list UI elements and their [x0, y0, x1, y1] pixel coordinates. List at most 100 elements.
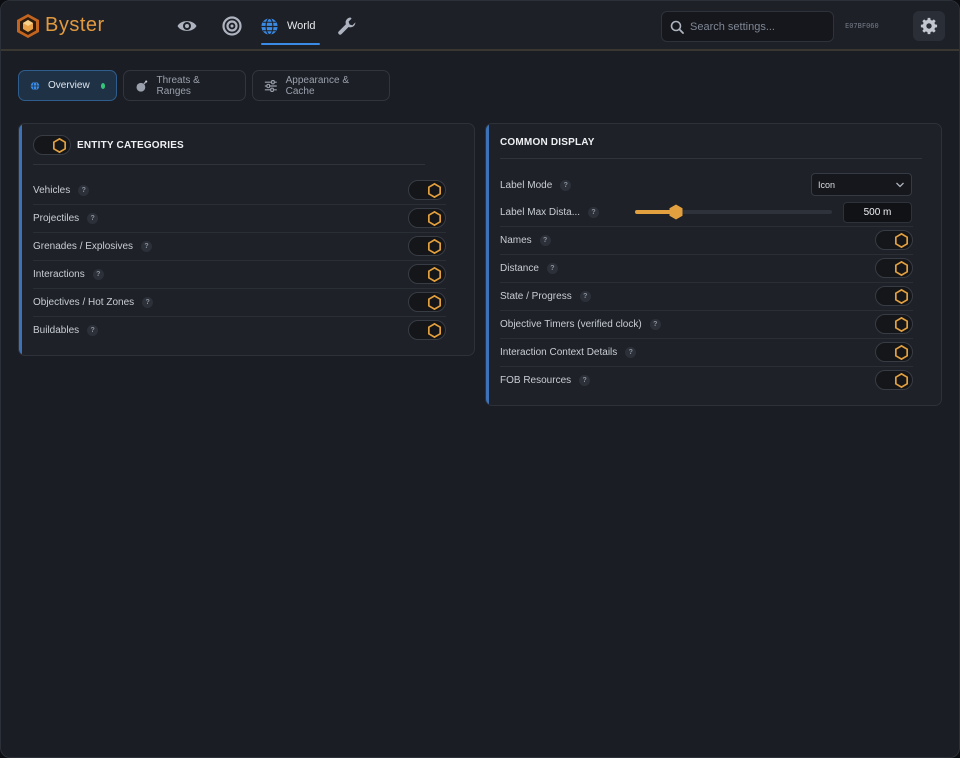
tab-overview[interactable]: Overview: [18, 70, 117, 101]
help-icon[interactable]: ?: [579, 290, 591, 302]
help-icon[interactable]: ?: [588, 206, 600, 218]
logo-icon: [17, 14, 39, 38]
toggle-objective-timers[interactable]: [875, 314, 913, 334]
help-icon[interactable]: ?: [92, 268, 104, 280]
list-item: Objectives / Hot Zones ?: [33, 288, 154, 316]
list-item: Buildables ?: [33, 316, 99, 344]
globe-icon: [261, 17, 278, 35]
row-label: Names: [500, 234, 532, 246]
search-input[interactable]: [690, 20, 830, 33]
gear-icon: [920, 17, 938, 35]
search-box[interactable]: [661, 11, 834, 42]
hexagon-knob-icon: [52, 137, 67, 154]
toggle-interaction-context[interactable]: [875, 342, 913, 362]
entity-panel-title: ENTITY CATEGORIES: [77, 140, 184, 151]
hexagon-knob-icon: [427, 182, 442, 199]
row-divider: [500, 254, 913, 255]
label-mode-row: Label Mode ?: [500, 171, 572, 199]
help-icon[interactable]: ?: [87, 212, 99, 224]
help-icon[interactable]: ?: [625, 346, 637, 358]
slider-thumb-icon[interactable]: [668, 204, 684, 220]
help-icon[interactable]: ?: [87, 324, 99, 336]
toggle-projectiles[interactable]: [408, 208, 446, 228]
tab-threats-label: Threats & Ranges: [156, 74, 200, 97]
toggle-fob-resources[interactable]: [875, 370, 913, 390]
list-item: Projectiles ?: [33, 204, 99, 232]
toggle-vehicles[interactable]: [408, 180, 446, 200]
label-mode-select[interactable]: Icon: [811, 173, 912, 196]
help-icon[interactable]: ?: [560, 179, 572, 191]
tab-appearance-cache[interactable]: Appearance & Cache: [252, 70, 390, 101]
row-label: Distance: [500, 262, 539, 274]
chevron-down-icon: [896, 182, 904, 188]
list-item: Vehicles ?: [33, 176, 90, 204]
list-item: Names ?: [500, 226, 551, 254]
row-label: Objectives / Hot Zones: [33, 296, 135, 308]
help-icon[interactable]: ?: [539, 234, 551, 246]
label-max-distance-row: Label Max Dista... ?: [500, 198, 600, 226]
hexagon-knob-icon: [427, 210, 442, 227]
hexagon-knob-icon: [894, 288, 909, 305]
hexagon-knob-icon: [427, 266, 442, 283]
tab-overview-label: Overview: [48, 80, 90, 91]
help-icon[interactable]: ?: [546, 262, 558, 274]
row-label: Interactions: [33, 268, 85, 280]
row-label: Interaction Context Details: [500, 346, 618, 358]
row-label: Vehicles: [33, 184, 71, 196]
toggle-objectives-hot-zones[interactable]: [408, 292, 446, 312]
hexagon-knob-icon: [427, 294, 442, 311]
active-nav-indicator: [261, 43, 320, 45]
status-dot: [100, 82, 105, 89]
row-label: Objective Timers (verified clock): [500, 318, 642, 330]
distance-slider-track[interactable]: [635, 210, 832, 214]
entity-panel-divider: [33, 164, 425, 165]
list-item: State / Progress ?: [500, 282, 591, 310]
build-id: E07BF060: [845, 22, 879, 30]
tab-threats-ranges[interactable]: Threats & Ranges: [123, 70, 246, 101]
display-panel-title: COMMON DISPLAY: [500, 137, 595, 148]
help-icon[interactable]: ?: [649, 318, 661, 330]
hexagon-knob-icon: [894, 316, 909, 333]
toggle-grenades-explosives[interactable]: [408, 236, 446, 256]
nav-visuals[interactable]: [176, 13, 198, 39]
hexagon-knob-icon: [894, 260, 909, 277]
label-mode-value: Icon: [818, 179, 836, 190]
toggle-state-progress[interactable]: [875, 286, 913, 306]
list-item: FOB Resources ?: [500, 366, 591, 394]
row-label: FOB Resources: [500, 374, 572, 386]
toggle-names[interactable]: [875, 230, 913, 250]
toggle-interactions[interactable]: [408, 264, 446, 284]
target-icon: [222, 16, 242, 36]
globe-icon: [30, 80, 40, 91]
toggle-distance[interactable]: [875, 258, 913, 278]
nav-world[interactable]: World: [260, 13, 316, 39]
hexagon-knob-icon: [894, 232, 909, 249]
help-icon[interactable]: ?: [141, 240, 153, 252]
app-window: Byster World Search settings... E07BF060…: [0, 0, 960, 758]
bomb-icon: [136, 79, 148, 92]
hexagon-knob-icon: [427, 322, 442, 339]
row-label: Label Max Dista...: [500, 206, 581, 218]
row-label: Grenades / Explosives: [33, 240, 134, 252]
nav-tools[interactable]: [337, 13, 357, 39]
help-icon[interactable]: ?: [142, 296, 154, 308]
row-label: Buildables: [33, 324, 80, 336]
list-item: Objective Timers (verified clock) ?: [500, 310, 661, 338]
settings-button[interactable]: [913, 11, 945, 41]
sliders-icon: [264, 79, 277, 92]
nav-aim[interactable]: [221, 13, 243, 39]
eye-icon: [177, 21, 197, 31]
brand-name: Byster: [45, 14, 105, 36]
nav-world-label: World: [287, 20, 316, 32]
hexagon-knob-icon: [894, 344, 909, 361]
entity-master-toggle[interactable]: [33, 135, 71, 155]
help-icon[interactable]: ?: [579, 374, 591, 386]
toggle-buildables[interactable]: [408, 320, 446, 340]
distance-value[interactable]: 500 m: [843, 202, 912, 223]
help-icon[interactable]: ?: [78, 184, 90, 196]
row-label: Label Mode: [500, 179, 553, 191]
hexagon-knob-icon: [894, 372, 909, 389]
tab-appearance-label: Appearance & Cache: [285, 74, 349, 97]
top-bar: Byster World Search settings... E07BF060: [1, 1, 959, 51]
row-label: State / Progress: [500, 290, 572, 302]
